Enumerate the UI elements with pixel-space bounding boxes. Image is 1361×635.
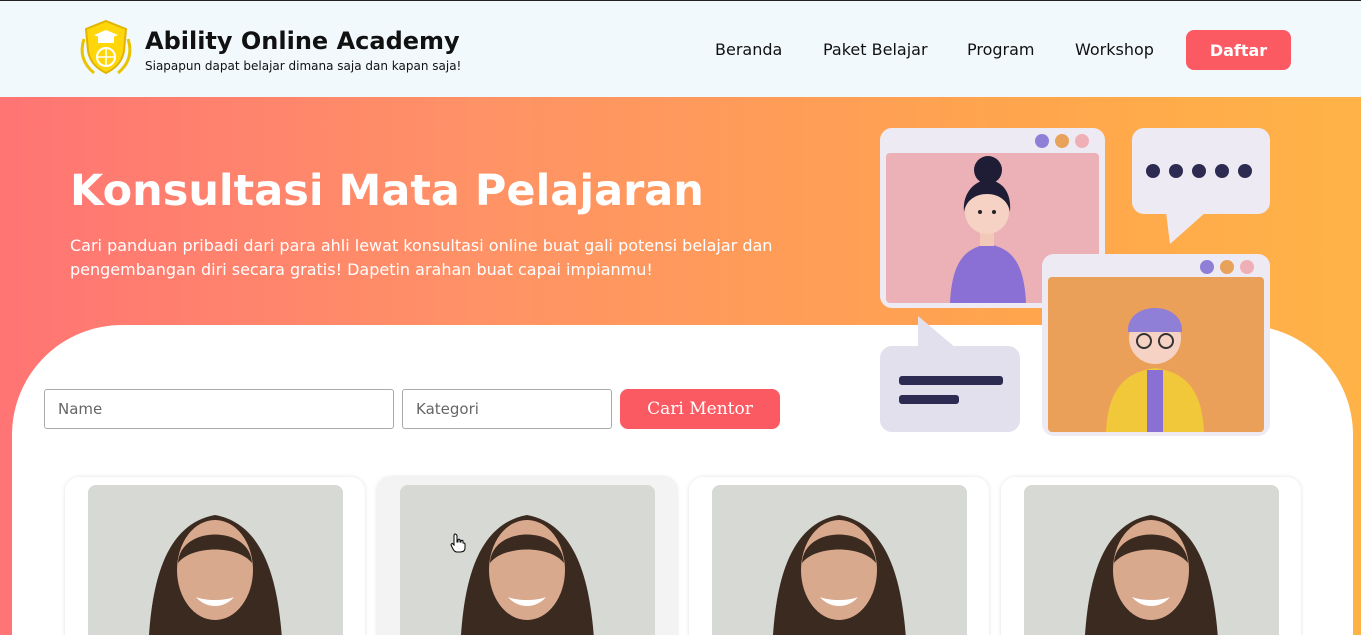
search-mentor-button[interactable]: Cari Mentor (620, 389, 780, 429)
mentor-photo (1024, 485, 1279, 635)
mentor-card[interactable] (1001, 477, 1301, 635)
brand-tagline: Siapapun dapat belajar dimana saja dan k… (145, 59, 462, 73)
register-button[interactable]: Daftar (1186, 30, 1291, 70)
site-header: Ability Online Academy Siapapun dapat be… (0, 0, 1361, 97)
mentor-photo (400, 485, 655, 635)
mentor-photo (712, 485, 967, 635)
category-search-input[interactable] (402, 389, 612, 429)
academy-logo-icon[interactable] (74, 17, 138, 81)
brand-title: Ability Online Academy (145, 27, 460, 55)
nav-paket-belajar[interactable]: Paket Belajar (823, 40, 928, 59)
hand-cursor-icon (450, 533, 466, 553)
nav-beranda[interactable]: Beranda (715, 40, 782, 59)
hero-title: Konsultasi Mata Pelajaran (70, 166, 704, 216)
hero-description: Cari panduan pribadi dari para ahli lewa… (70, 236, 773, 279)
nav-program[interactable]: Program (967, 40, 1035, 59)
mentor-card[interactable] (689, 477, 989, 635)
name-search-input[interactable] (44, 389, 394, 429)
mentor-card[interactable] (65, 477, 365, 635)
mentor-photo (88, 485, 343, 635)
video-call-illustration (880, 128, 1270, 436)
mentor-card[interactable] (377, 477, 677, 635)
nav-workshop[interactable]: Workshop (1075, 40, 1154, 59)
